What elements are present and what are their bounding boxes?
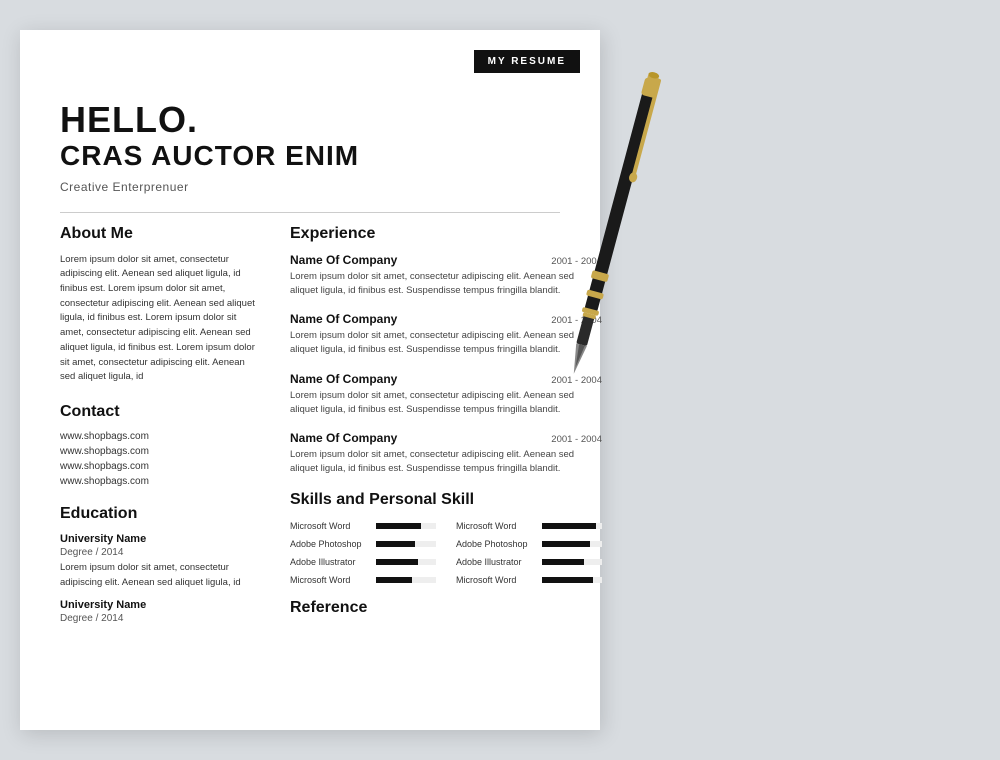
edu-text-1: Lorem ipsum dolor sit amet, consectetur … — [60, 561, 260, 590]
edu-degree-1: Degree / 2014 — [60, 547, 260, 558]
professional-title: Creative Enterprenuer — [60, 180, 560, 194]
exp-desc-1: Lorem ipsum dolor sit amet, consectetur … — [290, 270, 602, 299]
skill-bar-bg-5 — [376, 559, 436, 565]
skill-label-2: Microsoft Word — [456, 521, 536, 531]
contact-link-3: www.shopbags.com — [60, 461, 260, 472]
skill-bar-fill-6 — [542, 559, 584, 565]
skill-label-3: Adobe Photoshop — [290, 539, 370, 549]
skill-row-3: Adobe Photoshop — [290, 539, 436, 549]
skills-title: Skills and Personal Skill — [290, 491, 602, 509]
skill-bar-fill-8 — [542, 577, 593, 583]
skill-row-8: Microsoft Word — [456, 575, 602, 585]
about-title: About Me — [60, 225, 260, 243]
skill-row-7: Microsoft Word — [290, 575, 436, 585]
exp-company-3: Name Of Company — [290, 372, 397, 386]
resume-paper: MY RESUME HELLO. CRAS AUCTOR ENIM Creati… — [20, 30, 600, 730]
skill-bar-fill-7 — [376, 577, 412, 583]
about-text: Lorem ipsum dolor sit amet, consectetur … — [60, 253, 260, 385]
exp-desc-4: Lorem ipsum dolor sit amet, consectetur … — [290, 448, 602, 477]
edu-uni-2: University Name — [60, 599, 260, 611]
skill-bar-bg-8 — [542, 577, 602, 583]
name-block: HELLO. CRAS AUCTOR ENIM — [60, 100, 560, 172]
exp-entry-2: Name Of Company 2001 - 2004 Lorem ipsum … — [290, 312, 602, 358]
skill-row-6: Adobe Illustrator — [456, 557, 602, 567]
education-title: Education — [60, 505, 260, 523]
main-columns: About Me Lorem ipsum dolor sit amet, con… — [60, 225, 560, 627]
exp-entry-4: Name Of Company 2001 - 2004 Lorem ipsum … — [290, 431, 602, 477]
skill-label-7: Microsoft Word — [290, 575, 370, 585]
page-wrapper: MY RESUME HELLO. CRAS AUCTOR ENIM Creati… — [20, 30, 980, 730]
skills-grid: Microsoft Word Microsoft Word Adobe Phot… — [290, 521, 602, 585]
reference-title: Reference — [290, 599, 602, 617]
edu-degree-2: Degree / 2014 — [60, 613, 260, 624]
exp-company-4: Name Of Company — [290, 431, 397, 445]
skill-label-5: Adobe Illustrator — [290, 557, 370, 567]
skill-bar-bg-2 — [542, 523, 602, 529]
edu-uni-1: University Name — [60, 533, 260, 545]
skill-bar-fill-2 — [542, 523, 596, 529]
skill-bar-fill-3 — [376, 541, 415, 547]
hello-text: HELLO. — [60, 100, 560, 140]
exp-desc-2: Lorem ipsum dolor sit amet, consectetur … — [290, 329, 602, 358]
exp-entry-1: Name Of Company 2001 - 2004 Lorem ipsum … — [290, 253, 602, 299]
exp-header-4: Name Of Company 2001 - 2004 — [290, 431, 602, 445]
header-divider — [60, 212, 560, 213]
skill-bar-bg-3 — [376, 541, 436, 547]
edu-entry-1: University Name Degree / 2014 Lorem ipsu… — [60, 533, 260, 590]
skill-label-4: Adobe Photoshop — [456, 539, 536, 549]
skill-row-5: Adobe Illustrator — [290, 557, 436, 567]
skill-bar-fill-4 — [542, 541, 590, 547]
contact-link-2: www.shopbags.com — [60, 446, 260, 457]
skill-bar-fill-1 — [376, 523, 421, 529]
skill-label-8: Microsoft Word — [456, 575, 536, 585]
skill-row-2: Microsoft Word — [456, 521, 602, 531]
contact-link-4: www.shopbags.com — [60, 476, 260, 487]
skill-bar-bg-1 — [376, 523, 436, 529]
skill-label-6: Adobe Illustrator — [456, 557, 536, 567]
contact-links: www.shopbags.com www.shopbags.com www.sh… — [60, 431, 260, 487]
pen-decoration — [640, 30, 690, 395]
contact-title: Contact — [60, 403, 260, 421]
left-column: About Me Lorem ipsum dolor sit amet, con… — [60, 225, 260, 627]
right-column: Experience Name Of Company 2001 - 2004 L… — [290, 225, 602, 627]
skill-bar-bg-4 — [542, 541, 602, 547]
skill-row-4: Adobe Photoshop — [456, 539, 602, 549]
exp-company-2: Name Of Company — [290, 312, 397, 326]
exp-header-1: Name Of Company 2001 - 2004 — [290, 253, 602, 267]
skill-row-1: Microsoft Word — [290, 521, 436, 531]
exp-desc-3: Lorem ipsum dolor sit amet, consectetur … — [290, 389, 602, 418]
edu-entry-2: University Name Degree / 2014 — [60, 599, 260, 624]
skill-label-1: Microsoft Word — [290, 521, 370, 531]
experience-title: Experience — [290, 225, 602, 243]
contact-link-1: www.shopbags.com — [60, 431, 260, 442]
skill-bar-fill-5 — [376, 559, 418, 565]
skill-bar-bg-6 — [542, 559, 602, 565]
fullname-text: CRAS AUCTOR ENIM — [60, 140, 560, 172]
exp-company-1: Name Of Company — [290, 253, 397, 267]
exp-header-2: Name Of Company 2001 - 2004 — [290, 312, 602, 326]
skill-bar-bg-7 — [376, 577, 436, 583]
resume-badge: MY RESUME — [474, 50, 580, 73]
exp-date-4: 2001 - 2004 — [551, 434, 602, 445]
